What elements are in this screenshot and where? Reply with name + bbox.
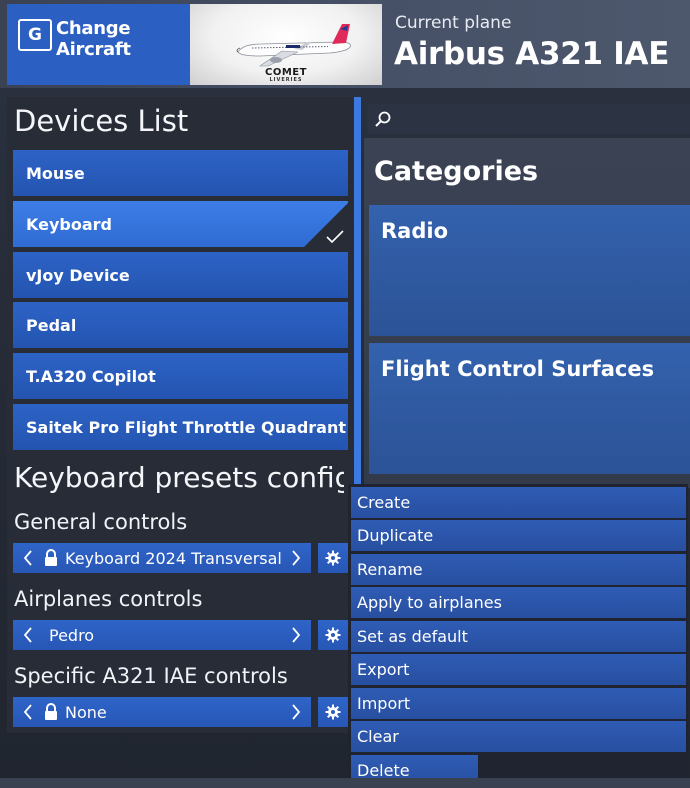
prev-arrow-icon[interactable] xyxy=(13,620,43,650)
menu-item-duplicate[interactable]: Duplicate xyxy=(351,520,686,551)
menu-item-rename[interactable]: Rename xyxy=(351,554,686,585)
search-input[interactable] xyxy=(367,104,690,134)
next-arrow-icon[interactable] xyxy=(281,543,311,573)
category-label: Flight Control Surfaces xyxy=(381,357,655,381)
search-icon xyxy=(375,111,391,127)
device-item-saitek[interactable]: Saitek Pro Flight Throttle Quadrant xyxy=(13,404,348,450)
menu-item-import[interactable]: Import xyxy=(351,688,686,719)
device-item-copilot[interactable]: T.A320 Copilot xyxy=(13,353,348,399)
airplanes-settings-button[interactable] xyxy=(318,620,348,650)
specific-controls-selector: None xyxy=(13,697,311,727)
checkmark-icon xyxy=(326,230,344,244)
lock-icon xyxy=(45,703,57,720)
gear-icon xyxy=(325,550,341,566)
change-aircraft-button[interactable]: G Change Aircraft xyxy=(7,4,190,85)
bottom-bar xyxy=(0,778,690,788)
device-label: T.A320 Copilot xyxy=(26,366,156,386)
airplanes-controls-label: Airplanes controls xyxy=(14,587,203,611)
menu-item-export[interactable]: Export xyxy=(351,654,686,685)
device-label: vJoy Device xyxy=(26,265,130,285)
general-settings-button[interactable] xyxy=(318,543,348,573)
menu-item-create[interactable]: Create xyxy=(351,487,686,518)
specific-controls-value: None xyxy=(65,702,107,722)
specific-controls-label: Specific A321 IAE controls xyxy=(14,664,288,688)
categories-title: Categories xyxy=(374,156,539,187)
device-label: Mouse xyxy=(26,163,85,183)
current-plane-name: Airbus A321 IAE xyxy=(394,36,670,72)
device-item-mouse[interactable]: Mouse xyxy=(13,150,348,196)
keybind-g-icon: G xyxy=(18,19,52,51)
general-controls-selector: Keyboard 2024 Transversal xyxy=(13,543,311,573)
devices-list-title: Devices List xyxy=(14,104,189,138)
thumb-sub: LIVERIES xyxy=(269,77,303,83)
aircraft-thumbnail: COMET LIVERIES xyxy=(190,4,382,85)
menu-item-clear[interactable]: Clear xyxy=(351,721,686,752)
general-controls-label: General controls xyxy=(14,510,188,534)
airplanes-controls-selector: Pedro xyxy=(13,620,311,650)
airplanes-controls-value: Pedro xyxy=(49,625,95,645)
device-label: Saitek Pro Flight Throttle Quadrant xyxy=(26,417,347,437)
device-item-pedal[interactable]: Pedal xyxy=(13,302,348,348)
device-item-vjoy[interactable]: vJoy Device xyxy=(13,252,348,298)
prev-arrow-icon[interactable] xyxy=(13,697,43,727)
gear-icon xyxy=(325,704,341,720)
prev-arrow-icon[interactable] xyxy=(13,543,43,573)
specific-settings-button[interactable] xyxy=(318,697,348,727)
menu-item-set-as-default[interactable]: Set as default xyxy=(351,621,686,652)
next-arrow-icon[interactable] xyxy=(281,697,311,727)
device-label: Pedal xyxy=(26,315,77,335)
category-flight-control-surfaces[interactable]: Flight Control Surfaces xyxy=(369,343,690,474)
panel-scrollbar[interactable] xyxy=(354,97,361,486)
gear-icon xyxy=(325,627,341,643)
category-label: Radio xyxy=(381,219,448,243)
next-arrow-icon[interactable] xyxy=(281,620,311,650)
top-header: G Change Aircraft COMET LIVERIES Current… xyxy=(0,0,690,88)
device-item-keyboard[interactable]: Keyboard xyxy=(13,201,348,247)
category-radio[interactable]: Radio xyxy=(369,205,690,336)
change-aircraft-label: Change Aircraft xyxy=(56,18,131,60)
device-label: Keyboard xyxy=(26,214,112,234)
current-plane-label: Current plane xyxy=(395,13,512,33)
menu-item-apply-to-airplanes[interactable]: Apply to airplanes xyxy=(351,587,686,618)
lock-icon xyxy=(45,549,57,566)
general-controls-value: Keyboard 2024 Transversal xyxy=(65,548,281,568)
presets-config-title: Keyboard presets config xyxy=(14,461,344,494)
